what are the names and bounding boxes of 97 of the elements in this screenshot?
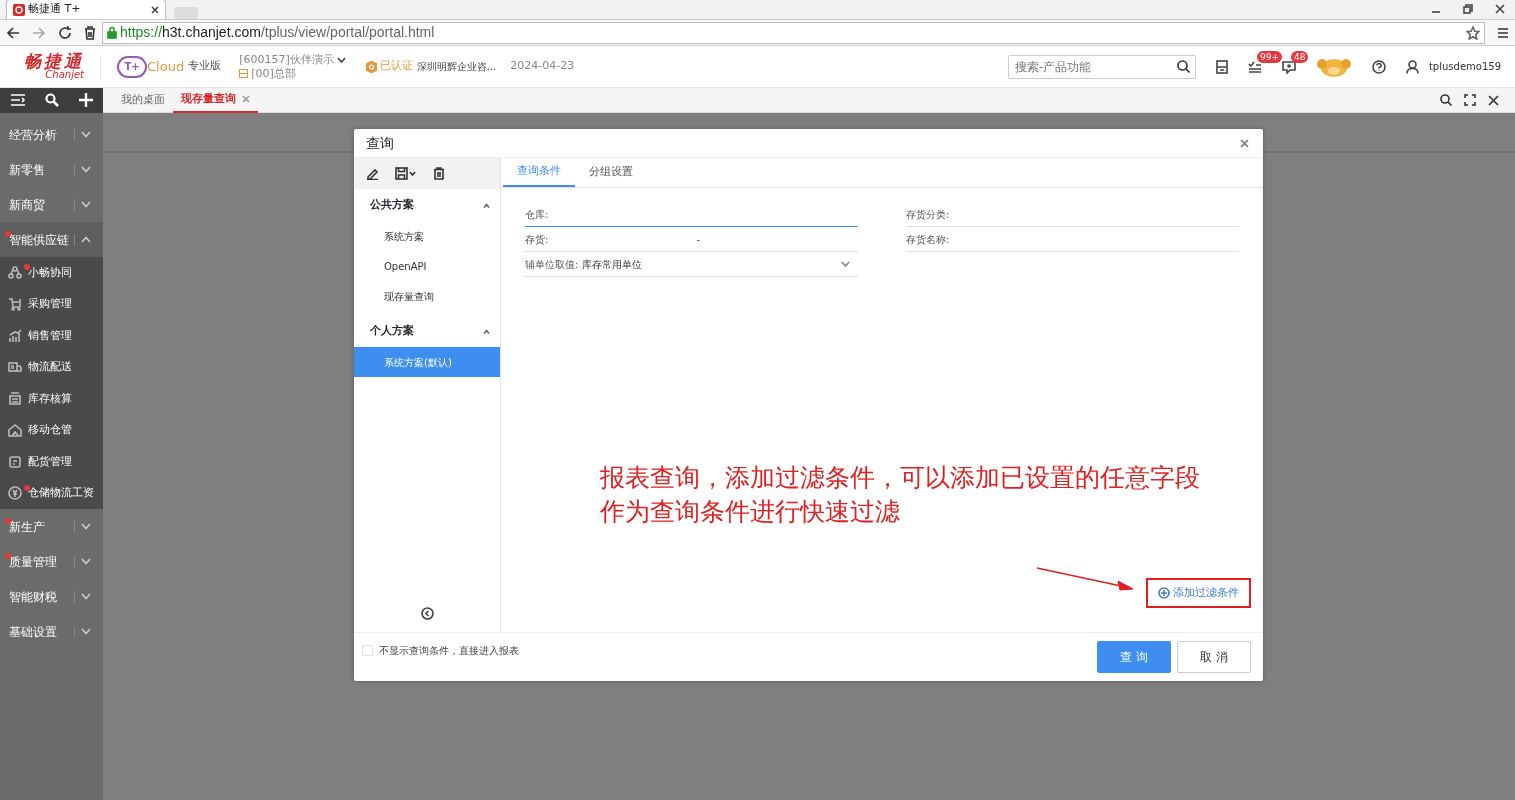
scheme-item[interactable]: 系统方案 — [354, 221, 500, 251]
sidebar-item[interactable]: 智能供应链 — [0, 222, 103, 257]
group-title: 公共方案 — [370, 196, 414, 213]
count-badge: 48 — [1290, 50, 1309, 63]
chevron-down-icon[interactable] — [81, 523, 91, 530]
module-icon — [8, 265, 22, 280]
tab-title: 畅捷通 T+ — [28, 1, 82, 18]
chevron-down-icon[interactable] — [81, 166, 91, 173]
module-icon — [8, 391, 22, 406]
plus-icon[interactable] — [79, 93, 94, 107]
module-icon — [8, 360, 22, 375]
dialog-title: 查询 — [366, 133, 394, 153]
chevron-up-icon[interactable] — [483, 202, 490, 208]
select-field[interactable]: 辅单位取值: 库存常用单位 — [525, 252, 858, 277]
scheme-item[interactable]: OpenAPI — [354, 251, 500, 281]
sidebar-item[interactable]: 新零售 — [0, 152, 103, 187]
module-icon — [8, 297, 22, 312]
search-icon[interactable] — [45, 93, 60, 107]
module-icon — [8, 486, 22, 501]
sidebar-item[interactable]: 新商贸 — [0, 187, 103, 222]
star-icon[interactable] — [1466, 25, 1480, 40]
close-icon[interactable] — [1488, 94, 1499, 106]
add-filter-button[interactable]: 添加过滤条件 — [1146, 577, 1251, 608]
count-badge: 99+ — [1256, 50, 1282, 63]
range-field[interactable]: 存货: - — [525, 227, 858, 252]
module-icon — [8, 328, 22, 343]
page-tab[interactable]: 我的桌面 — [113, 87, 173, 113]
lock-icon — [107, 26, 117, 39]
date-label: 2024-04-23 — [510, 58, 575, 75]
scheme-item[interactable]: 现存量查询 — [354, 281, 500, 311]
save-icon[interactable] — [395, 167, 417, 180]
chevron-up-icon[interactable] — [483, 328, 490, 334]
checkbox-label: 不显示查询条件，直接进入报表 — [379, 644, 519, 658]
sidebar-item[interactable]: 智能财税 — [0, 579, 103, 614]
checkbox[interactable] — [362, 645, 373, 656]
sidebar-subitem[interactable]: 移动仓管 — [0, 414, 103, 446]
chevron-down-icon[interactable] — [81, 628, 91, 635]
chevron-down-icon[interactable] — [81, 593, 91, 600]
sidebar-item[interactable]: 经营分析 — [0, 117, 103, 152]
sidebar-item[interactable]: 基础设置 — [0, 614, 103, 649]
certified-label: 已认证 — [379, 58, 413, 75]
restore-icon[interactable] — [1463, 4, 1473, 14]
edit-icon[interactable] — [366, 167, 379, 180]
sidebar-item[interactable]: 新生产 — [0, 509, 103, 544]
org-name: [00]总部 — [251, 66, 296, 81]
user-icon[interactable] — [1405, 59, 1419, 74]
input-field[interactable]: 存货名称: — [906, 227, 1239, 252]
sidebar-subitem[interactable]: 采购管理 — [0, 288, 103, 320]
input-field[interactable]: 存货分类: — [906, 202, 1239, 227]
product-logo: T+ Cloud 专业版 — [117, 55, 222, 78]
building-icon — [239, 69, 249, 78]
trash-icon[interactable] — [433, 167, 445, 180]
search-icon[interactable] — [1176, 59, 1190, 73]
sidebar-item[interactable]: 质量管理 — [0, 544, 103, 579]
cancel-button[interactable]: 取 消 — [1177, 641, 1251, 673]
help-icon[interactable] — [1371, 59, 1386, 74]
dialog-tab[interactable]: 分组设置 — [575, 157, 647, 187]
message-icon[interactable] — [1281, 60, 1296, 74]
input-field[interactable]: 仓库: — [525, 202, 858, 227]
sidebar-subitem[interactable]: 小畅协同 — [0, 257, 103, 289]
sidebar-subitem[interactable]: 物流配送 — [0, 351, 103, 383]
module-icon — [8, 423, 22, 438]
user-name[interactable]: tplusdemo159 — [1428, 59, 1501, 74]
checklist-icon[interactable] — [1247, 60, 1262, 74]
sidebar-subitem[interactable]: 仓储物流工资 — [0, 477, 103, 509]
close-icon[interactable] — [1495, 4, 1505, 14]
search-field[interactable]: 搜索-产品功能 — [1007, 54, 1196, 79]
sidebar-subitem[interactable]: 配货管理 — [0, 446, 103, 478]
sidebar-subitem[interactable]: 销售管理 — [0, 320, 103, 352]
module-icon — [8, 454, 22, 469]
reload-icon[interactable] — [58, 25, 72, 40]
collapse-icon[interactable] — [420, 607, 434, 620]
caret-icon — [336, 56, 346, 63]
chevron-down-icon[interactable] — [81, 131, 91, 138]
chevron-down-icon[interactable] — [841, 261, 850, 267]
plus-circle-icon — [1158, 586, 1170, 599]
chevron-down-icon[interactable] — [81, 558, 91, 565]
account-name[interactable]: [600157]伙伴演示 — [239, 52, 334, 67]
browser-tab[interactable]: 畅捷通 T+ — [6, 0, 166, 19]
certified-icon — [365, 60, 377, 73]
calculator-icon[interactable] — [1215, 59, 1228, 74]
chevron-down-icon[interactable] — [81, 201, 91, 208]
back-icon[interactable] — [6, 25, 20, 40]
logo-text: 畅捷通 — [24, 53, 84, 70]
favicon-icon — [13, 3, 25, 16]
annotation-text: 报表查询，添加过滤条件，可以添加已设置的任意字段作为查询条件进行快速过滤 — [600, 462, 1200, 528]
logo-subtext: Chanjet — [45, 70, 84, 80]
menu-icon[interactable] — [1497, 26, 1509, 39]
search-icon[interactable] — [1440, 94, 1452, 106]
sidebar-subitem[interactable]: 库存核算 — [0, 383, 103, 415]
address-field[interactable]: https://h3t.chanjet.com/tplus/view/portal/portal.html — [102, 21, 1485, 44]
group-title: 个人方案 — [370, 322, 414, 339]
trash-icon[interactable] — [84, 25, 96, 40]
company-name: 深圳明辉企业咨... — [416, 60, 497, 74]
fullscreen-icon[interactable] — [1464, 94, 1476, 106]
dialog-tab[interactable]: 查询条件 — [503, 157, 575, 187]
close-icon[interactable] — [151, 5, 159, 14]
